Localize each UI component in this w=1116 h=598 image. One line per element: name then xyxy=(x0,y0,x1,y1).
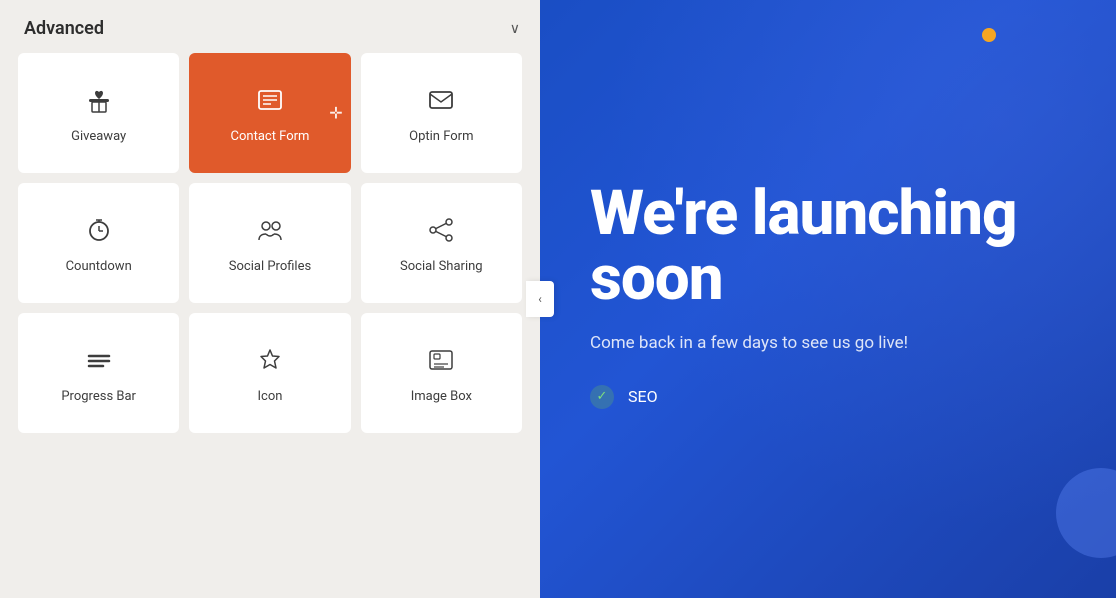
countdown-icon xyxy=(85,216,113,249)
widget-tile-image-box[interactable]: Image Box xyxy=(361,313,522,433)
hero-subtext: Come back in a few days to see us go liv… xyxy=(590,331,970,357)
progress-bar-label: Progress Bar xyxy=(61,389,136,404)
social-sharing-label: Social Sharing xyxy=(400,259,483,274)
right-panel: We're launching soon Come back in a few … xyxy=(540,0,1116,598)
image-box-label: Image Box xyxy=(411,389,472,404)
chevron-down-icon[interactable]: ∨ xyxy=(510,21,520,37)
move-cursor-icon: ✛ xyxy=(329,104,342,123)
widget-tile-countdown[interactable]: Countdown xyxy=(18,183,179,303)
contact-form-label: Contact Form xyxy=(231,129,310,144)
icon-widget-icon xyxy=(256,346,284,379)
image-box-icon xyxy=(427,346,455,379)
widget-tile-icon[interactable]: Icon xyxy=(189,313,350,433)
widget-tile-progress-bar[interactable]: Progress Bar xyxy=(18,313,179,433)
widget-tile-social-profiles[interactable]: Social Profiles xyxy=(189,183,350,303)
hero-content: We're launching soon Come back in a few … xyxy=(590,181,1066,417)
optin-form-icon xyxy=(427,86,455,119)
giveaway-label: Giveaway xyxy=(71,129,126,144)
contact-form-icon xyxy=(256,86,284,119)
optin-form-label: Optin Form xyxy=(409,129,473,144)
panel-title: Advanced xyxy=(24,18,104,39)
widget-tile-social-sharing[interactable]: Social Sharing xyxy=(361,183,522,303)
feature-list: ✓ SEO xyxy=(590,385,1066,409)
hero-heading: We're launching soon xyxy=(590,181,1066,311)
social-sharing-icon xyxy=(427,216,455,249)
social-profiles-icon xyxy=(256,216,284,249)
panel-header: Advanced ∨ xyxy=(0,0,540,53)
orange-dot-decoration xyxy=(982,28,996,42)
widget-tile-giveaway[interactable]: Giveaway xyxy=(18,53,179,173)
widget-grid: Giveaway Contact Form ✛ xyxy=(0,53,540,451)
collapse-arrow-icon: ‹ xyxy=(538,292,542,306)
check-icon: ✓ xyxy=(590,385,614,409)
blue-circle-decoration xyxy=(1056,468,1116,558)
feature-label-seo: SEO xyxy=(628,387,658,406)
social-profiles-label: Social Profiles xyxy=(229,259,311,274)
icon-widget-label: Icon xyxy=(258,389,283,404)
widget-tile-contact-form[interactable]: Contact Form ✛ xyxy=(189,53,350,173)
giveaway-icon xyxy=(85,86,113,119)
progress-bar-icon xyxy=(85,346,113,379)
feature-item-seo: ✓ SEO xyxy=(590,385,1066,409)
collapse-panel-button[interactable]: ‹ xyxy=(526,281,554,317)
left-panel: Advanced ∨ Giveaway xyxy=(0,0,540,598)
countdown-label: Countdown xyxy=(66,259,132,274)
widget-tile-optin-form[interactable]: Optin Form xyxy=(361,53,522,173)
